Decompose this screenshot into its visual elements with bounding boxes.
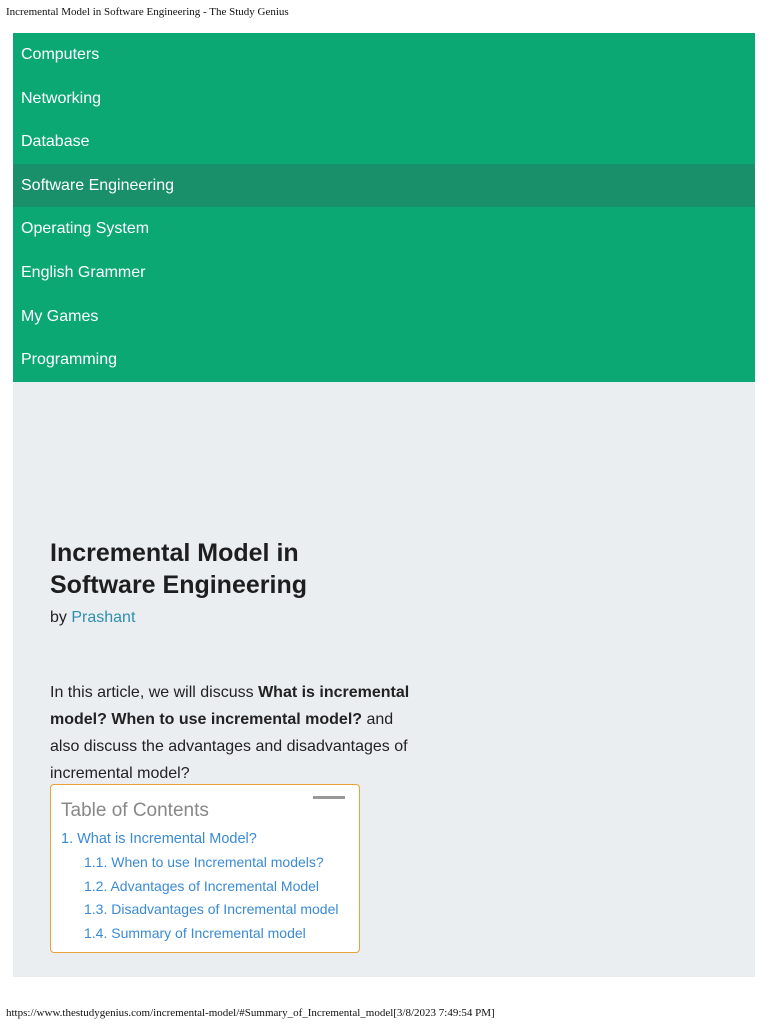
byline: by Prashant xyxy=(50,609,135,627)
nav-programming[interactable]: Programming xyxy=(13,338,755,382)
by-label: by xyxy=(50,609,67,626)
nav-networking[interactable]: Networking xyxy=(13,77,755,121)
toc-item[interactable]: 1. What is Incremental Model? xyxy=(61,828,338,851)
nav-software-engineering[interactable]: Software Engineering xyxy=(13,163,755,208)
nav-my-games[interactable]: My Games xyxy=(13,295,755,339)
toc-item[interactable]: 1.4. Summary of Incremental model xyxy=(61,922,338,945)
nav-database[interactable]: Database xyxy=(13,120,755,164)
toc-item[interactable]: 1.2. Advantages of Incremental Model xyxy=(61,875,338,898)
toc-item[interactable]: 1.3. Disadvantages of Incremental model xyxy=(61,898,338,921)
author-link[interactable]: Prashant xyxy=(71,609,135,626)
nav-operating-system[interactable]: Operating System xyxy=(13,207,755,251)
toc-toggle-icon[interactable] xyxy=(313,796,345,799)
toc-item[interactable]: 1.1. When to use Incremental models? xyxy=(61,851,338,874)
article-content: Incremental Model in Software Engineerin… xyxy=(13,382,755,977)
toc-title: Table of Contents xyxy=(61,800,209,821)
article-title: Incremental Model in Software Engineerin… xyxy=(50,539,307,599)
print-header: Incremental Model in Software Engineerin… xyxy=(6,6,289,18)
nav-english-grammer[interactable]: English Grammer xyxy=(13,251,755,295)
intro-text: In this article, we will discuss xyxy=(50,684,259,701)
intro-paragraph: In this article, we will discuss What is… xyxy=(50,679,420,787)
category-nav: Computers Networking Database Software E… xyxy=(13,33,755,382)
nav-computers[interactable]: Computers xyxy=(13,33,755,77)
table-of-contents: Table of Contents 1. What is Incremental… xyxy=(50,784,360,953)
print-footer: https://www.thestudygenius.com/increment… xyxy=(6,1007,495,1019)
